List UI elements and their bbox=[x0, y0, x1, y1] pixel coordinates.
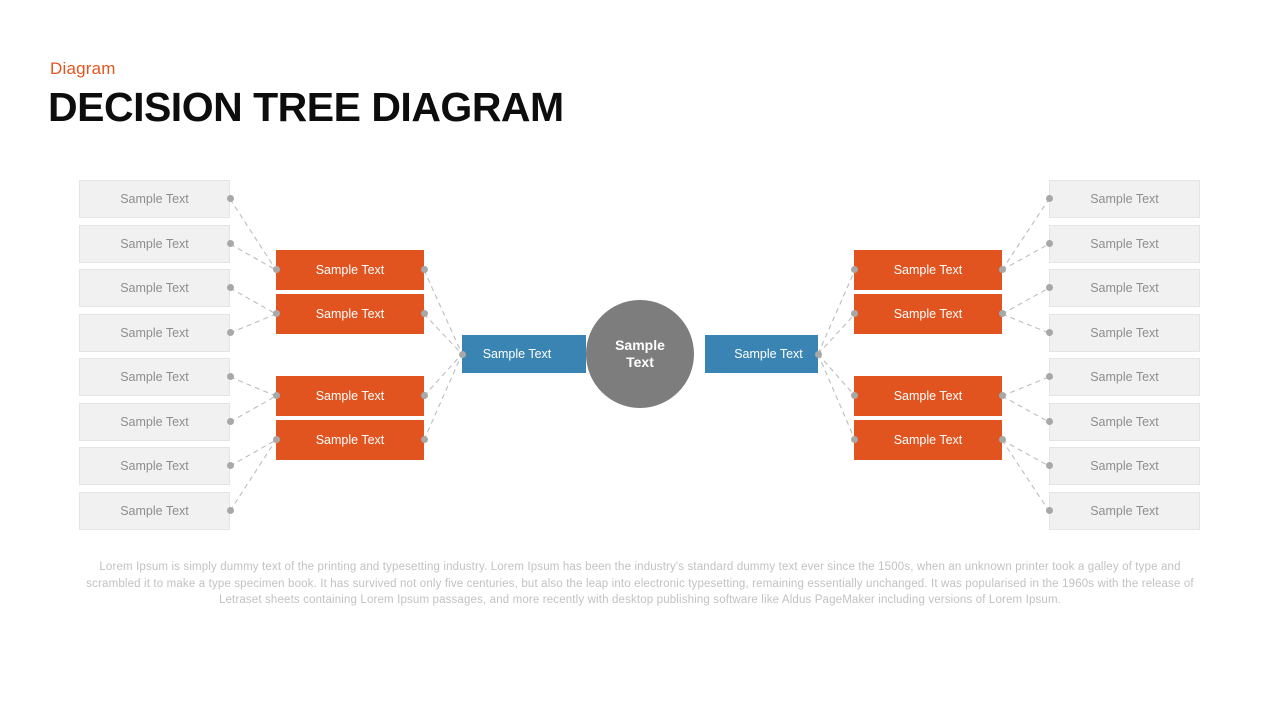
list-item[interactable]: Sample Text bbox=[1049, 447, 1200, 485]
leaf-label: Sample Text bbox=[120, 504, 189, 518]
trunk-label: Sample Text bbox=[482, 347, 552, 361]
connector-dot bbox=[227, 507, 234, 514]
list-item[interactable]: Sample Text bbox=[79, 403, 230, 441]
leaf-label: Sample Text bbox=[120, 237, 189, 251]
trunk-node-right[interactable]: Sample Text bbox=[705, 335, 818, 373]
leaf-label: Sample Text bbox=[120, 415, 189, 429]
connector-dot bbox=[227, 195, 234, 202]
leaf-label: Sample Text bbox=[120, 326, 189, 340]
connector-dot bbox=[1046, 462, 1053, 469]
connector-dot bbox=[1046, 240, 1053, 247]
kicker-label: Diagram bbox=[50, 59, 116, 78]
connector-dot bbox=[273, 310, 280, 317]
connector-dot bbox=[1046, 373, 1053, 380]
connector-dot bbox=[421, 392, 428, 399]
connector-dot bbox=[1046, 284, 1053, 291]
list-item[interactable]: Sample Text bbox=[79, 358, 230, 396]
list-item[interactable]: Sample Text bbox=[79, 314, 230, 352]
list-item[interactable]: Sample Text bbox=[1049, 403, 1200, 441]
list-item[interactable]: Sample Text bbox=[79, 225, 230, 263]
branch-label: Sample Text bbox=[315, 263, 385, 277]
connector-dot bbox=[421, 436, 428, 443]
branch-label: Sample Text bbox=[893, 433, 963, 447]
branch-label: Sample Text bbox=[893, 263, 963, 277]
list-item[interactable]: Sample Text bbox=[79, 180, 230, 218]
connector-dot bbox=[1046, 507, 1053, 514]
branch-label: Sample Text bbox=[893, 307, 963, 321]
leaf-label: Sample Text bbox=[120, 281, 189, 295]
list-item[interactable]: Sample Text bbox=[1049, 358, 1200, 396]
branch-node[interactable]: Sample Text bbox=[854, 376, 1002, 416]
connector-dot bbox=[815, 351, 822, 358]
leaf-label: Sample Text bbox=[1090, 370, 1159, 384]
connector-dot bbox=[1046, 195, 1053, 202]
leaf-label: Sample Text bbox=[1090, 326, 1159, 340]
root-label: Sample Text bbox=[615, 336, 665, 371]
branch-node[interactable]: Sample Text bbox=[854, 250, 1002, 290]
list-item[interactable]: Sample Text bbox=[79, 269, 230, 307]
leaf-label: Sample Text bbox=[1090, 459, 1159, 473]
connector-dot bbox=[851, 436, 858, 443]
trunk-node-left[interactable]: Sample Text bbox=[462, 335, 586, 373]
connector-dot bbox=[421, 266, 428, 273]
leaf-label: Sample Text bbox=[1090, 415, 1159, 429]
list-item[interactable]: Sample Text bbox=[79, 447, 230, 485]
branch-node[interactable]: Sample Text bbox=[276, 250, 424, 290]
leaf-label: Sample Text bbox=[120, 192, 189, 206]
connector-dot bbox=[1046, 418, 1053, 425]
slide-canvas: Diagram DECISION TREE DIAGRAM Sample Tex… bbox=[0, 0, 1280, 720]
connector-dot bbox=[421, 310, 428, 317]
connector-dot bbox=[851, 266, 858, 273]
leaf-label: Sample Text bbox=[1090, 192, 1159, 206]
connector-dot bbox=[227, 329, 234, 336]
list-item[interactable]: Sample Text bbox=[1049, 314, 1200, 352]
connector-dot bbox=[227, 462, 234, 469]
connector-dot bbox=[227, 240, 234, 247]
leaf-label: Sample Text bbox=[120, 370, 189, 384]
list-item[interactable]: Sample Text bbox=[1049, 180, 1200, 218]
branch-node[interactable]: Sample Text bbox=[276, 294, 424, 334]
branch-node[interactable]: Sample Text bbox=[854, 420, 1002, 460]
branch-label: Sample Text bbox=[893, 389, 963, 403]
branch-label: Sample Text bbox=[315, 307, 385, 321]
branch-node[interactable]: Sample Text bbox=[854, 294, 1002, 334]
connector-dot bbox=[999, 392, 1006, 399]
connector-dot bbox=[851, 392, 858, 399]
connector-dot bbox=[851, 310, 858, 317]
connector-dot bbox=[227, 284, 234, 291]
list-item[interactable]: Sample Text bbox=[1049, 492, 1200, 530]
connector-dot bbox=[1046, 329, 1053, 336]
root-node[interactable]: Sample Text bbox=[586, 300, 694, 408]
trunk-label: Sample Text bbox=[734, 347, 803, 361]
leaf-label: Sample Text bbox=[1090, 237, 1159, 251]
list-item[interactable]: Sample Text bbox=[1049, 269, 1200, 307]
connector-dot bbox=[459, 351, 466, 358]
connector-dot bbox=[999, 310, 1006, 317]
connector-dot bbox=[273, 436, 280, 443]
leaf-label: Sample Text bbox=[120, 459, 189, 473]
footer-paragraph: Lorem Ipsum is simply dummy text of the … bbox=[86, 561, 1194, 606]
branch-label: Sample Text bbox=[315, 389, 385, 403]
list-item[interactable]: Sample Text bbox=[1049, 225, 1200, 263]
connector-dot bbox=[273, 392, 280, 399]
page-title: DECISION TREE DIAGRAM bbox=[48, 84, 564, 130]
branch-node[interactable]: Sample Text bbox=[276, 376, 424, 416]
leaf-label: Sample Text bbox=[1090, 281, 1159, 295]
leaf-label: Sample Text bbox=[1090, 504, 1159, 518]
connector-dot bbox=[273, 266, 280, 273]
connector-dot bbox=[227, 418, 234, 425]
connector-dot bbox=[227, 373, 234, 380]
branch-node[interactable]: Sample Text bbox=[276, 420, 424, 460]
connector-dot bbox=[999, 436, 1006, 443]
connector-dot bbox=[999, 266, 1006, 273]
list-item[interactable]: Sample Text bbox=[79, 492, 230, 530]
branch-label: Sample Text bbox=[315, 433, 385, 447]
